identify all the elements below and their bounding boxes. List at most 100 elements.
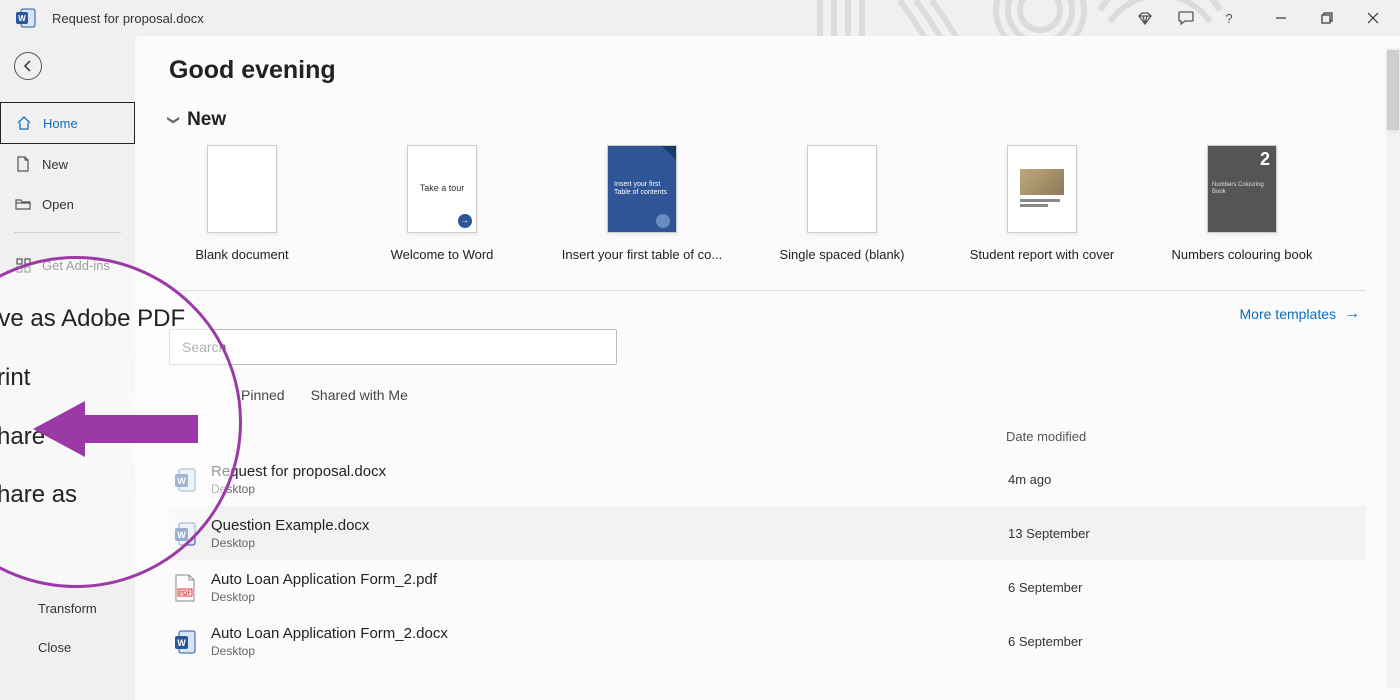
fold-corner-icon	[662, 146, 676, 160]
doc-row[interactable]: PDF Auto Loan Application Form_2.pdf Desk…	[169, 560, 1366, 614]
template-label: Welcome to Word	[391, 247, 494, 262]
search-input[interactable]: Search	[169, 329, 617, 365]
section-new-header[interactable]: ❯ New	[169, 109, 1366, 131]
greeting: Good evening	[169, 56, 1366, 85]
nav-transform[interactable]: Transform	[0, 589, 135, 628]
doc-name: Auto Loan Application Form_2.docx	[211, 625, 1008, 642]
doc-name: Request for proposal.docx	[211, 463, 1008, 480]
svg-text:PDF: PDF	[179, 591, 191, 597]
open-folder-icon	[14, 195, 32, 213]
section-new-title: New	[187, 109, 226, 131]
arrow-circle-icon: →	[458, 214, 472, 228]
more-templates-link[interactable]: More templates →	[1240, 305, 1360, 323]
sidebar-separator	[14, 232, 121, 233]
nav-home[interactable]: Home	[0, 102, 135, 144]
template-label: Insert your first table of co...	[562, 247, 722, 262]
disc-icon	[656, 214, 670, 228]
new-doc-icon	[14, 155, 32, 173]
premium-icon[interactable]	[1136, 9, 1154, 27]
arrow-right-icon: →	[1344, 305, 1360, 323]
doc-row[interactable]: W Auto Loan Application Form_2.docx Deskt…	[169, 614, 1366, 668]
main-panel: Good evening ❯ New Blank document Take a…	[135, 36, 1400, 700]
scrollbar-thumb[interactable]	[1387, 50, 1399, 130]
back-button[interactable]	[14, 52, 42, 80]
col-date-modified: Date modified	[1006, 429, 1366, 444]
template-thumb	[807, 145, 877, 233]
nav-new-label: New	[42, 157, 68, 172]
word-file-icon: W	[171, 464, 199, 496]
nav-close[interactable]: Close	[0, 628, 135, 667]
template-thumb	[207, 145, 277, 233]
template-thumb	[1007, 145, 1077, 233]
tab-pinned[interactable]: Pinned	[241, 381, 285, 409]
doc-location: Desktop	[211, 590, 1008, 604]
pdf-file-icon: PDF	[171, 572, 199, 604]
addins-icon	[14, 256, 32, 274]
doc-location: Desktop	[211, 644, 1008, 658]
sidebar: Home New Open	[0, 36, 135, 700]
doc-title: Request for proposal.docx	[52, 11, 204, 26]
nav-open[interactable]: Open	[0, 184, 135, 224]
doc-location: Desktop	[211, 482, 1008, 496]
doc-list: W Request for proposal.docxDesktop4m ago…	[169, 452, 1366, 668]
doc-date: 6 September	[1008, 634, 1364, 649]
word-file-icon: W	[171, 518, 199, 550]
template-toc[interactable]: Insert your first Table of contents Inse…	[607, 145, 677, 262]
word-app-icon: W	[14, 6, 38, 30]
doc-date: 13 September	[1008, 526, 1364, 541]
doc-row[interactable]: W Question Example.docx Desktop13 Septemb…	[169, 506, 1366, 560]
home-icon	[15, 114, 33, 132]
template-welcome-to-word[interactable]: Take a tour → Welcome to Word	[407, 145, 477, 262]
doc-location: Desktop	[211, 536, 1008, 550]
nav-home-label: Home	[43, 116, 78, 131]
svg-text:W: W	[177, 638, 186, 648]
titlebar-right-group: ?	[1136, 0, 1400, 36]
doc-date: 6 September	[1008, 580, 1364, 595]
more-templates-label: More templates	[1240, 306, 1336, 322]
close-button[interactable]	[1364, 9, 1382, 27]
tour-text: Take a tour →	[420, 184, 465, 194]
doc-info: Auto Loan Application Form_2.pdf Desktop	[211, 571, 1008, 604]
maximize-button[interactable]	[1318, 9, 1336, 27]
template-thumb: Take a tour →	[407, 145, 477, 233]
template-label: Student report with cover	[970, 247, 1115, 262]
doc-info: Question Example.docx Desktop	[211, 517, 1008, 550]
svg-text:W: W	[177, 530, 186, 540]
template-label: Single spaced (blank)	[779, 247, 904, 262]
nav-addins-label: Get Add-ins	[42, 258, 110, 273]
tab-shared-with-me[interactable]: Shared with Me	[311, 381, 408, 409]
template-student-report[interactable]: Student report with cover	[1007, 145, 1077, 262]
shell: Home New Open	[0, 36, 1400, 700]
templates-row: Blank document Take a tour → Welcome to …	[207, 145, 1366, 262]
doc-date: 4m ago	[1008, 472, 1364, 487]
doc-name: Question Example.docx	[211, 517, 1008, 534]
chevron-down-icon: ❯	[167, 115, 181, 125]
big-number-icon: 2	[1260, 150, 1270, 170]
vertical-scrollbar[interactable]	[1386, 48, 1400, 688]
doc-info: Request for proposal.docx Desktop	[211, 463, 1008, 496]
doc-info: Auto Loan Application Form_2.docx Desktop	[211, 625, 1008, 658]
chat-icon[interactable]	[1178, 9, 1196, 27]
report-image-icon	[1020, 169, 1064, 195]
doc-row[interactable]: W Request for proposal.docx Desktop4m ago	[169, 452, 1366, 506]
nav-new[interactable]: New	[0, 144, 135, 184]
template-blank-document[interactable]: Blank document	[207, 145, 277, 262]
nav-open-label: Open	[42, 197, 74, 212]
help-icon[interactable]: ?	[1220, 9, 1238, 27]
doc-name: Auto Loan Application Form_2.pdf	[211, 571, 1008, 588]
template-thumb: Numbers Colouring Book 2	[1207, 145, 1277, 233]
svg-text:W: W	[18, 14, 26, 23]
word-file-icon: W	[171, 626, 199, 658]
template-label: Blank document	[195, 247, 288, 262]
template-single-spaced[interactable]: Single spaced (blank)	[807, 145, 877, 262]
recent-tabs: Pinned Shared with Me	[169, 381, 1366, 409]
svg-text:W: W	[177, 476, 186, 486]
template-thumb: Insert your first Table of contents	[607, 145, 677, 233]
template-numbers-colouring[interactable]: Numbers Colouring Book 2 Numbers colouri…	[1207, 145, 1277, 262]
titlebar: W Request for proposal.docx	[0, 0, 1400, 36]
template-label: Numbers colouring book	[1172, 247, 1313, 262]
search-placeholder: Search	[182, 339, 226, 355]
doc-list-header: Date modified	[169, 429, 1366, 444]
minimize-button[interactable]	[1272, 9, 1290, 27]
nav-get-addins[interactable]: Get Add-ins	[0, 245, 135, 285]
